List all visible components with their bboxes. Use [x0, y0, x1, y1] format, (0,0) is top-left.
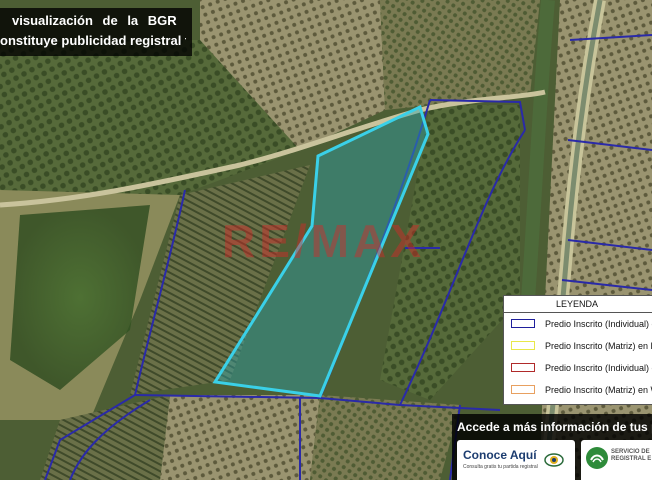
field — [160, 395, 320, 480]
sunarp-line-1: SERVICIO DE — [611, 449, 650, 455]
conoce-aqui-label: Conoce Aquí — [463, 448, 537, 462]
legend-item: Predio Inscrito (Individual) en — [504, 357, 652, 379]
legend-swatch — [511, 319, 535, 328]
orchard-field — [380, 0, 540, 110]
eye-icon — [544, 453, 564, 467]
legend-swatch — [511, 385, 535, 394]
disclaimer-line-1: visualización de la BGR no — [12, 13, 186, 28]
legend-panel: LEYENDA Predio Inscrito (Individual) en … — [503, 295, 652, 405]
legend-item: Predio Inscrito (Individual) en — [504, 313, 652, 335]
banner-title: Accede a más información de tus pan — [457, 420, 652, 434]
sunarp-text: SERVICIO DE REGISTRAL E — [611, 449, 651, 463]
conoce-aqui-sublabel: Consulta gratis tu partida registral — [463, 464, 538, 470]
legend-label: Predio Inscrito (Matriz) en WO — [545, 385, 652, 395]
legend-label: Predio Inscrito (Individual) en — [545, 363, 652, 373]
legend-swatch — [511, 341, 535, 350]
legend-swatch — [511, 363, 535, 372]
legend-title: LEYENDA — [504, 296, 652, 313]
sunarp-line-2: REGISTRAL E — [611, 456, 652, 462]
disclaimer-notice: visualización de la BGR no onstituye pub… — [0, 8, 192, 56]
sunarp-logo-icon — [586, 447, 608, 469]
disclaimer-line-2: onstituye publicidad registral formal — [0, 33, 186, 48]
legend-item: Predio Inscrito (Matriz) en WO — [504, 379, 652, 401]
conoce-aqui-button[interactable]: Conoce Aquí Consulta gratis tu partida r… — [457, 440, 575, 480]
legend-label: Predio Inscrito (Matriz) en PS — [545, 341, 652, 351]
legend-item: Predio Inscrito (Matriz) en PS — [504, 335, 652, 357]
promo-banner: Accede a más información de tus pan Cono… — [452, 414, 652, 480]
sunarp-logo-box[interactable]: SERVICIO DE REGISTRAL E — [581, 440, 652, 480]
remax-watermark: RE/MAX — [222, 215, 425, 267]
legend-label: Predio Inscrito (Individual) en — [545, 319, 652, 329]
